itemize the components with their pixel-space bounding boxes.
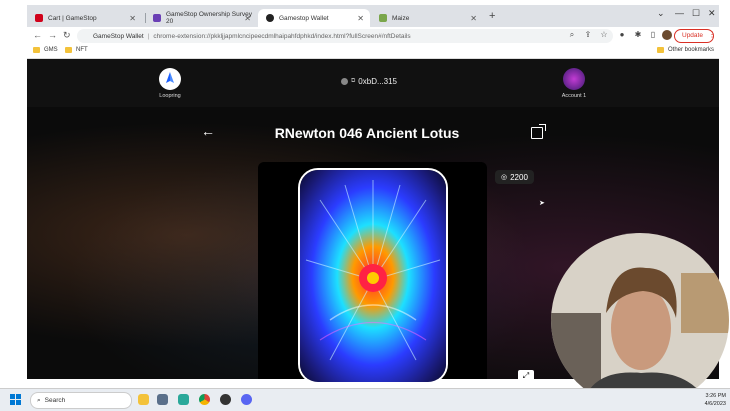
bookmark-label: Other bookmarks: [668, 47, 715, 53]
puzzle-icon[interactable]: ✱: [633, 30, 643, 40]
clock-date: 4/6/2023: [704, 401, 726, 407]
taskbar-search[interactable]: ⌕ Search: [30, 392, 132, 409]
survey-favicon-icon: [153, 14, 161, 22]
account-avatar[interactable]: [563, 68, 585, 90]
mouse-cursor-icon: ➤: [539, 200, 545, 207]
extension-label: GameStop Wallet: [93, 32, 144, 40]
chevron-down-icon[interactable]: ⌄: [657, 8, 665, 19]
tab-gamestop-wallet[interactable]: Gamestop Wallet ✕: [258, 9, 370, 27]
zoom-icon[interactable]: ⌕: [567, 30, 577, 40]
tab-bar: Cart | GameStop ✕ GameStop Ownership Sur…: [27, 5, 719, 27]
bookmark-gms[interactable]: GMS: [33, 47, 58, 53]
file-explorer-icon[interactable]: [138, 394, 149, 405]
expand-icon[interactable]: ⤢: [518, 370, 534, 381]
url-text: chrome-extension://pkkljjapmlcncipeecdml…: [153, 32, 411, 40]
other-bookmarks[interactable]: Other bookmarks: [657, 47, 714, 53]
wallet-favicon-icon: [266, 14, 274, 22]
share-icon[interactable]: ⇪: [583, 30, 593, 40]
back-arrow-icon[interactable]: ←: [33, 30, 42, 40]
folder-icon: [33, 47, 40, 53]
clock-time: 3:26 PM: [705, 393, 726, 399]
external-link-icon[interactable]: [531, 124, 546, 139]
calculator-icon[interactable]: [157, 394, 168, 405]
bookmarks-bar: GMS NFT Other bookmarks: [27, 45, 719, 59]
more-menu-icon[interactable]: ⋮: [707, 30, 717, 40]
nft-title: RNewton 046 Ancient Lotus: [274, 125, 460, 141]
folder-icon: [657, 47, 664, 53]
forward-arrow-icon[interactable]: →: [48, 30, 57, 40]
tab-label: Gamestop Wallet: [279, 14, 329, 22]
star-icon[interactable]: ☆: [599, 30, 609, 40]
tab-maize[interactable]: Maize ✕: [371, 9, 483, 27]
gamestop-favicon-icon: [35, 14, 43, 22]
bookmark-label: GMS: [44, 47, 58, 53]
tab-cart[interactable]: Cart | GameStop ✕: [27, 9, 142, 27]
url-separator: |: [147, 32, 150, 40]
system-clock[interactable]: 3:26 PM 4/6/2023: [690, 392, 726, 408]
search-placeholder: Search: [44, 397, 66, 404]
close-icon[interactable]: ✕: [129, 14, 136, 23]
close-icon[interactable]: ✕: [470, 14, 477, 23]
close-window-icon[interactable]: ✕: [708, 8, 716, 19]
wallet-address[interactable]: ⧉ 0xbD...315: [341, 77, 397, 86]
windows-start-icon[interactable]: [10, 394, 21, 405]
tab-survey[interactable]: GameStop Ownership Survey 20 ✕: [145, 9, 257, 27]
identicon-icon: [341, 78, 348, 85]
bookmark-nft[interactable]: NFT: [65, 47, 88, 53]
close-icon[interactable]: ✕: [244, 14, 251, 23]
discord-icon[interactable]: [241, 394, 252, 405]
reload-icon[interactable]: ↻: [63, 30, 71, 41]
folder-icon: [65, 47, 72, 53]
address-text: 0xbD...315: [358, 77, 397, 86]
maximize-icon[interactable]: ☐: [692, 8, 700, 19]
windows-taskbar: ⌕ Search 3:26 PM 4/6/2023: [0, 388, 730, 411]
bookmark-label: NFT: [76, 47, 88, 53]
webcam-overlay: [551, 233, 729, 408]
copy-icon[interactable]: ⧉: [351, 78, 355, 85]
loopring-logo-icon[interactable]: [159, 68, 181, 90]
nft-count-badge: ◎ 2200: [495, 170, 534, 184]
address-bar[interactable]: GameStop Wallet | chrome-extension://pkk…: [77, 29, 613, 43]
search-icon: ⌕: [37, 396, 41, 404]
close-icon[interactable]: ✕: [357, 14, 364, 23]
maize-favicon-icon: [379, 14, 387, 22]
new-tab-icon[interactable]: +: [489, 10, 495, 22]
wallet-header: Loopring ⧉ 0xbD...315 Account 1: [27, 59, 719, 107]
app-icon[interactable]: [220, 394, 231, 405]
stack-icon: ◎: [501, 174, 508, 181]
account-label: Account 1: [561, 93, 587, 99]
nft-image[interactable]: [298, 168, 448, 384]
minimize-icon[interactable]: —: [675, 8, 684, 18]
tab-label: Maize: [392, 14, 410, 22]
extension-icon[interactable]: ●: [617, 30, 627, 40]
chrome-icon[interactable]: [199, 394, 210, 405]
network-label: Loopring: [159, 93, 181, 99]
profile-avatar[interactable]: [662, 30, 672, 40]
sidebar-icon[interactable]: ▯: [648, 30, 658, 40]
app-icon[interactable]: [178, 394, 189, 405]
address-toolbar: ← → ↻ GameStop Wallet | chrome-extension…: [27, 27, 719, 45]
back-arrow-icon[interactable]: ←: [201, 123, 215, 139]
tab-label: Cart | GameStop: [48, 14, 97, 22]
count-text: 2200: [510, 172, 528, 182]
